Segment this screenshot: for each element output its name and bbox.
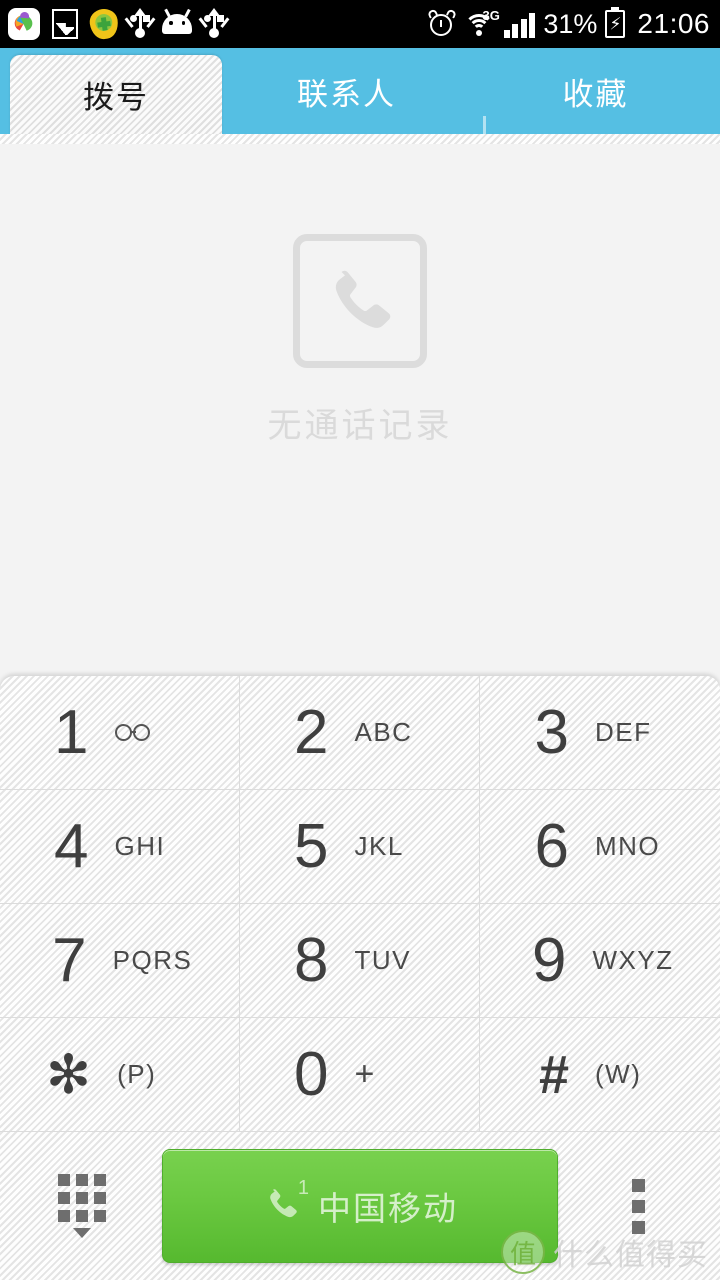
key-1-digit: 1 <box>54 697 89 767</box>
key-8-digit: 8 <box>294 925 329 995</box>
key-7-letters: PQRS <box>112 945 193 975</box>
tab-dialer[interactable]: 拨号 <box>10 55 222 134</box>
tab-shelf-strip <box>0 134 720 144</box>
status-bar-notifications <box>8 7 428 41</box>
phone-call-icon: 1 <box>262 1178 309 1229</box>
empty-state: 无通话记录 <box>0 234 720 447</box>
android-icon <box>162 8 192 34</box>
tab-contacts[interactable]: 联系人 <box>222 48 471 134</box>
call-button-label: 中国移动 <box>318 1190 458 1227</box>
dialpad-hide-icon[interactable] <box>44 1174 120 1238</box>
chevron-down-icon <box>73 1228 91 1238</box>
key-0-digit: 0 <box>294 1039 329 1109</box>
key-8[interactable]: 8 TUV <box>240 904 480 1018</box>
key-4-digit: 4 <box>54 811 89 881</box>
tab-bar: 拨号 联系人 收藏 <box>0 48 720 168</box>
key-star[interactable]: ✻ (P) <box>0 1018 240 1132</box>
key-1[interactable]: 1 <box>0 676 240 790</box>
phone-handset-icon <box>293 234 427 368</box>
key-star-letters: (P) <box>117 1059 157 1089</box>
key-9-letters: WXYZ <box>592 945 674 975</box>
tab-contacts-label: 联系人 <box>297 76 396 112</box>
key-6-letters: MNO <box>595 831 661 861</box>
voicemail-icon <box>114 717 191 748</box>
alarm-icon <box>426 8 457 38</box>
key-6-digit: 6 <box>534 811 569 881</box>
tab-favorites[interactable]: 收藏 <box>471 48 720 134</box>
key-2[interactable]: 2 ABC <box>240 676 480 790</box>
watermark: 值 什么值得买 <box>501 1230 708 1274</box>
key-hash-digit: # <box>538 1044 569 1105</box>
key-star-digit: ✻ <box>45 1044 92 1105</box>
key-4-letters: GHI <box>114 831 166 861</box>
dialpad-panel: 1 2 ABC 3 DEF 4 GHI 5 JKL 6 MNO 7 PQRS 8… <box>0 676 720 1280</box>
call-button[interactable]: 1 中国移动 <box>162 1149 558 1263</box>
watermark-text: 什么值得买 <box>553 1239 708 1272</box>
status-bar-system: 3G 31% ⚡ 21:06 <box>426 8 710 40</box>
battery-charging-icon: ⚡ <box>605 10 626 38</box>
key-3-digit: 3 <box>534 697 569 767</box>
key-5[interactable]: 5 JKL <box>240 790 480 904</box>
phone-screen: 3G 31% ⚡ 21:06 拨号 联系人 收藏 无通话记录 1 2 ABC 3… <box>0 0 720 1280</box>
more-vertical-icon[interactable] <box>600 1178 676 1234</box>
key-5-digit: 5 <box>294 811 329 881</box>
battery-percent-label: 31% <box>543 8 598 39</box>
network-type-label: 3G <box>482 8 500 23</box>
key-0-plus: + <box>354 1055 376 1093</box>
key-6[interactable]: 6 MNO <box>480 790 720 904</box>
key-8-letters: TUV <box>354 945 411 975</box>
usb-icon <box>198 8 230 40</box>
dialpad-grid-icon <box>58 1174 106 1222</box>
watermark-logo: 值 <box>501 1230 545 1274</box>
key-2-letters: ABC <box>354 717 413 747</box>
call-log-area: 无通话记录 <box>0 134 720 676</box>
key-9-digit: 9 <box>531 925 567 995</box>
shield-icon <box>88 7 120 41</box>
dialpad-grid: 1 2 ABC 3 DEF 4 GHI 5 JKL 6 MNO 7 PQRS 8… <box>0 676 720 1132</box>
key-7-digit: 7 <box>52 925 87 995</box>
photo-icon <box>52 9 78 39</box>
key-7[interactable]: 7 PQRS <box>0 904 240 1018</box>
tab-favorites-label: 收藏 <box>562 76 629 112</box>
status-bar: 3G 31% ⚡ 21:06 <box>0 0 720 48</box>
usb-icon <box>124 8 156 40</box>
clock-label: 21:06 <box>637 8 710 39</box>
signal-strength-icon: 3G <box>483 8 536 38</box>
empty-state-label: 无通话记录 <box>267 407 453 445</box>
tab-dialer-label: 拨号 <box>83 80 149 115</box>
sim-badge: 1 <box>297 1176 309 1199</box>
key-hash[interactable]: # (W) <box>480 1018 720 1132</box>
key-2-digit: 2 <box>294 697 329 767</box>
app-360-icon <box>8 8 40 40</box>
key-9[interactable]: 9 WXYZ <box>480 904 720 1018</box>
key-0[interactable]: 0 + <box>240 1018 480 1132</box>
key-5-letters: JKL <box>354 831 404 861</box>
key-3-letters: DEF <box>595 717 652 747</box>
key-4[interactable]: 4 GHI <box>0 790 240 904</box>
key-hash-letters: (W) <box>595 1059 642 1089</box>
key-3[interactable]: 3 DEF <box>480 676 720 790</box>
